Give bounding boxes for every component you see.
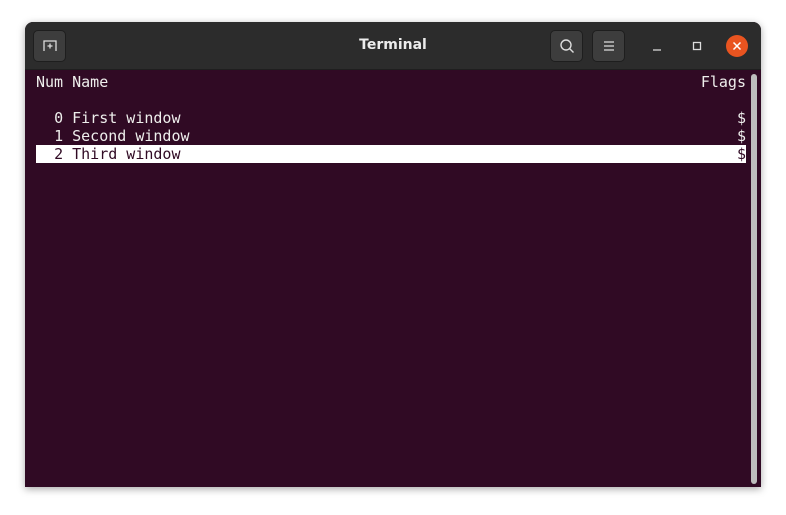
header-bar: Terminal — [25, 22, 761, 70]
window-num: 1 — [54, 127, 64, 145]
column-header-row: Num Name Flags — [36, 73, 746, 91]
window-flags: $ — [736, 127, 746, 145]
maximize-button[interactable] — [686, 35, 708, 57]
terminal-content[interactable]: Num Name Flags 0 First window $ 1 Second w… — [25, 70, 761, 487]
hamburger-menu-icon — [603, 41, 614, 51]
search-icon — [559, 39, 574, 53]
search-button[interactable] — [550, 30, 583, 62]
window-flags: $ — [736, 145, 746, 163]
minimize-button[interactable] — [646, 35, 668, 57]
minimize-icon — [653, 49, 661, 51]
column-num: Num — [36, 73, 64, 91]
window-list-item[interactable]: 0 First window $ — [36, 109, 746, 127]
window-num: 2 — [54, 145, 64, 163]
close-button[interactable] — [726, 35, 748, 57]
column-flags: Flags — [700, 73, 746, 91]
scrollbar[interactable] — [751, 74, 757, 484]
close-icon — [732, 41, 742, 51]
terminal-window: Terminal Num Name Flags 0 First window $ 1… — [25, 22, 761, 487]
window-num: 0 — [54, 109, 64, 127]
menu-button[interactable] — [592, 30, 625, 62]
window-list-item[interactable]: 1 Second window $ — [36, 127, 746, 145]
window-flags: $ — [736, 109, 746, 127]
column-name: Name — [72, 73, 109, 91]
window-list-item-selected[interactable]: 2 Third window $ — [36, 145, 746, 163]
window-name: First window — [72, 109, 181, 127]
window-name: Third window — [72, 145, 181, 163]
maximize-icon — [692, 41, 702, 51]
window-name: Second window — [72, 127, 190, 145]
